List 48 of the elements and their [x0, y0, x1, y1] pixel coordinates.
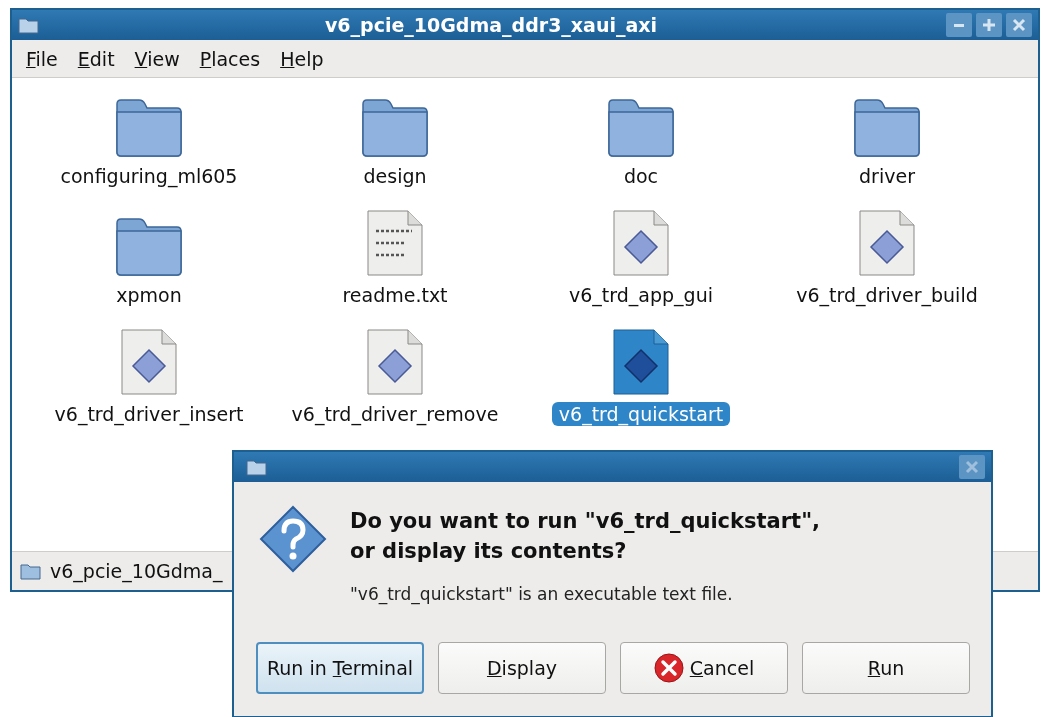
window-icon [246, 458, 268, 476]
plus-icon [982, 18, 996, 32]
cancel-icon [653, 653, 684, 683]
question-icon [258, 504, 328, 574]
window-title: v6_pcie_10Gdma_ddr3_xaui_axi [323, 14, 659, 36]
menu-item[interactable]: File [18, 43, 66, 74]
text-file-icon [366, 209, 424, 277]
location-text: v6_pcie_10Gdma_ [50, 560, 223, 582]
file-name[interactable]: xpmon [109, 283, 189, 307]
file-name[interactable]: driver [852, 164, 922, 188]
close-button[interactable] [1006, 13, 1032, 37]
script-file-icon [612, 328, 670, 396]
menu-item[interactable]: Help [272, 43, 332, 74]
close-icon [1012, 18, 1026, 32]
folder-icon [20, 562, 42, 580]
dialog-button[interactable]: Run [802, 642, 970, 694]
minimize-icon [952, 23, 966, 27]
close-button[interactable] [959, 455, 985, 479]
file-name[interactable]: v6_trd_quickstart [551, 402, 731, 426]
dialog-button[interactable]: Display [438, 642, 606, 694]
file-name[interactable]: v6_trd_driver_build [789, 283, 985, 307]
file-name[interactable]: design [356, 164, 434, 188]
script-file-icon [612, 209, 670, 277]
dialog-button[interactable]: Run in Terminal [256, 642, 424, 694]
window-icon [18, 16, 40, 34]
folder-icon [361, 98, 429, 158]
folder-icon [115, 217, 183, 277]
folder-icon [607, 98, 675, 158]
menu-item[interactable]: Places [191, 43, 269, 74]
close-icon [965, 460, 979, 474]
folder-icon [115, 98, 183, 158]
folder-icon [853, 98, 921, 158]
minimize-button[interactable] [946, 13, 972, 37]
file-name[interactable]: v6_trd_app_gui [562, 283, 720, 307]
file-name[interactable]: v6_trd_driver_remove [284, 402, 506, 426]
menu-item[interactable]: View [126, 43, 188, 74]
menu-item[interactable]: Edit [69, 43, 123, 74]
file-name[interactable]: doc [616, 164, 666, 188]
cancel-button[interactable]: Cancel [620, 642, 788, 694]
file-name[interactable]: v6_trd_driver_insert [47, 402, 251, 426]
file-name[interactable]: readme.txt [335, 283, 455, 307]
script-file-icon [858, 209, 916, 277]
maximize-button[interactable] [976, 13, 1002, 37]
dialog-heading: Do you want to run "v6_trd_quickstart", or display its contents? [350, 508, 821, 565]
script-file-icon [366, 328, 424, 396]
script-file-icon [120, 328, 178, 396]
file-name[interactable]: configuring_ml605 [53, 164, 245, 188]
dialog-message: "v6_trd_quickstart" is an executable text file. [350, 584, 734, 604]
